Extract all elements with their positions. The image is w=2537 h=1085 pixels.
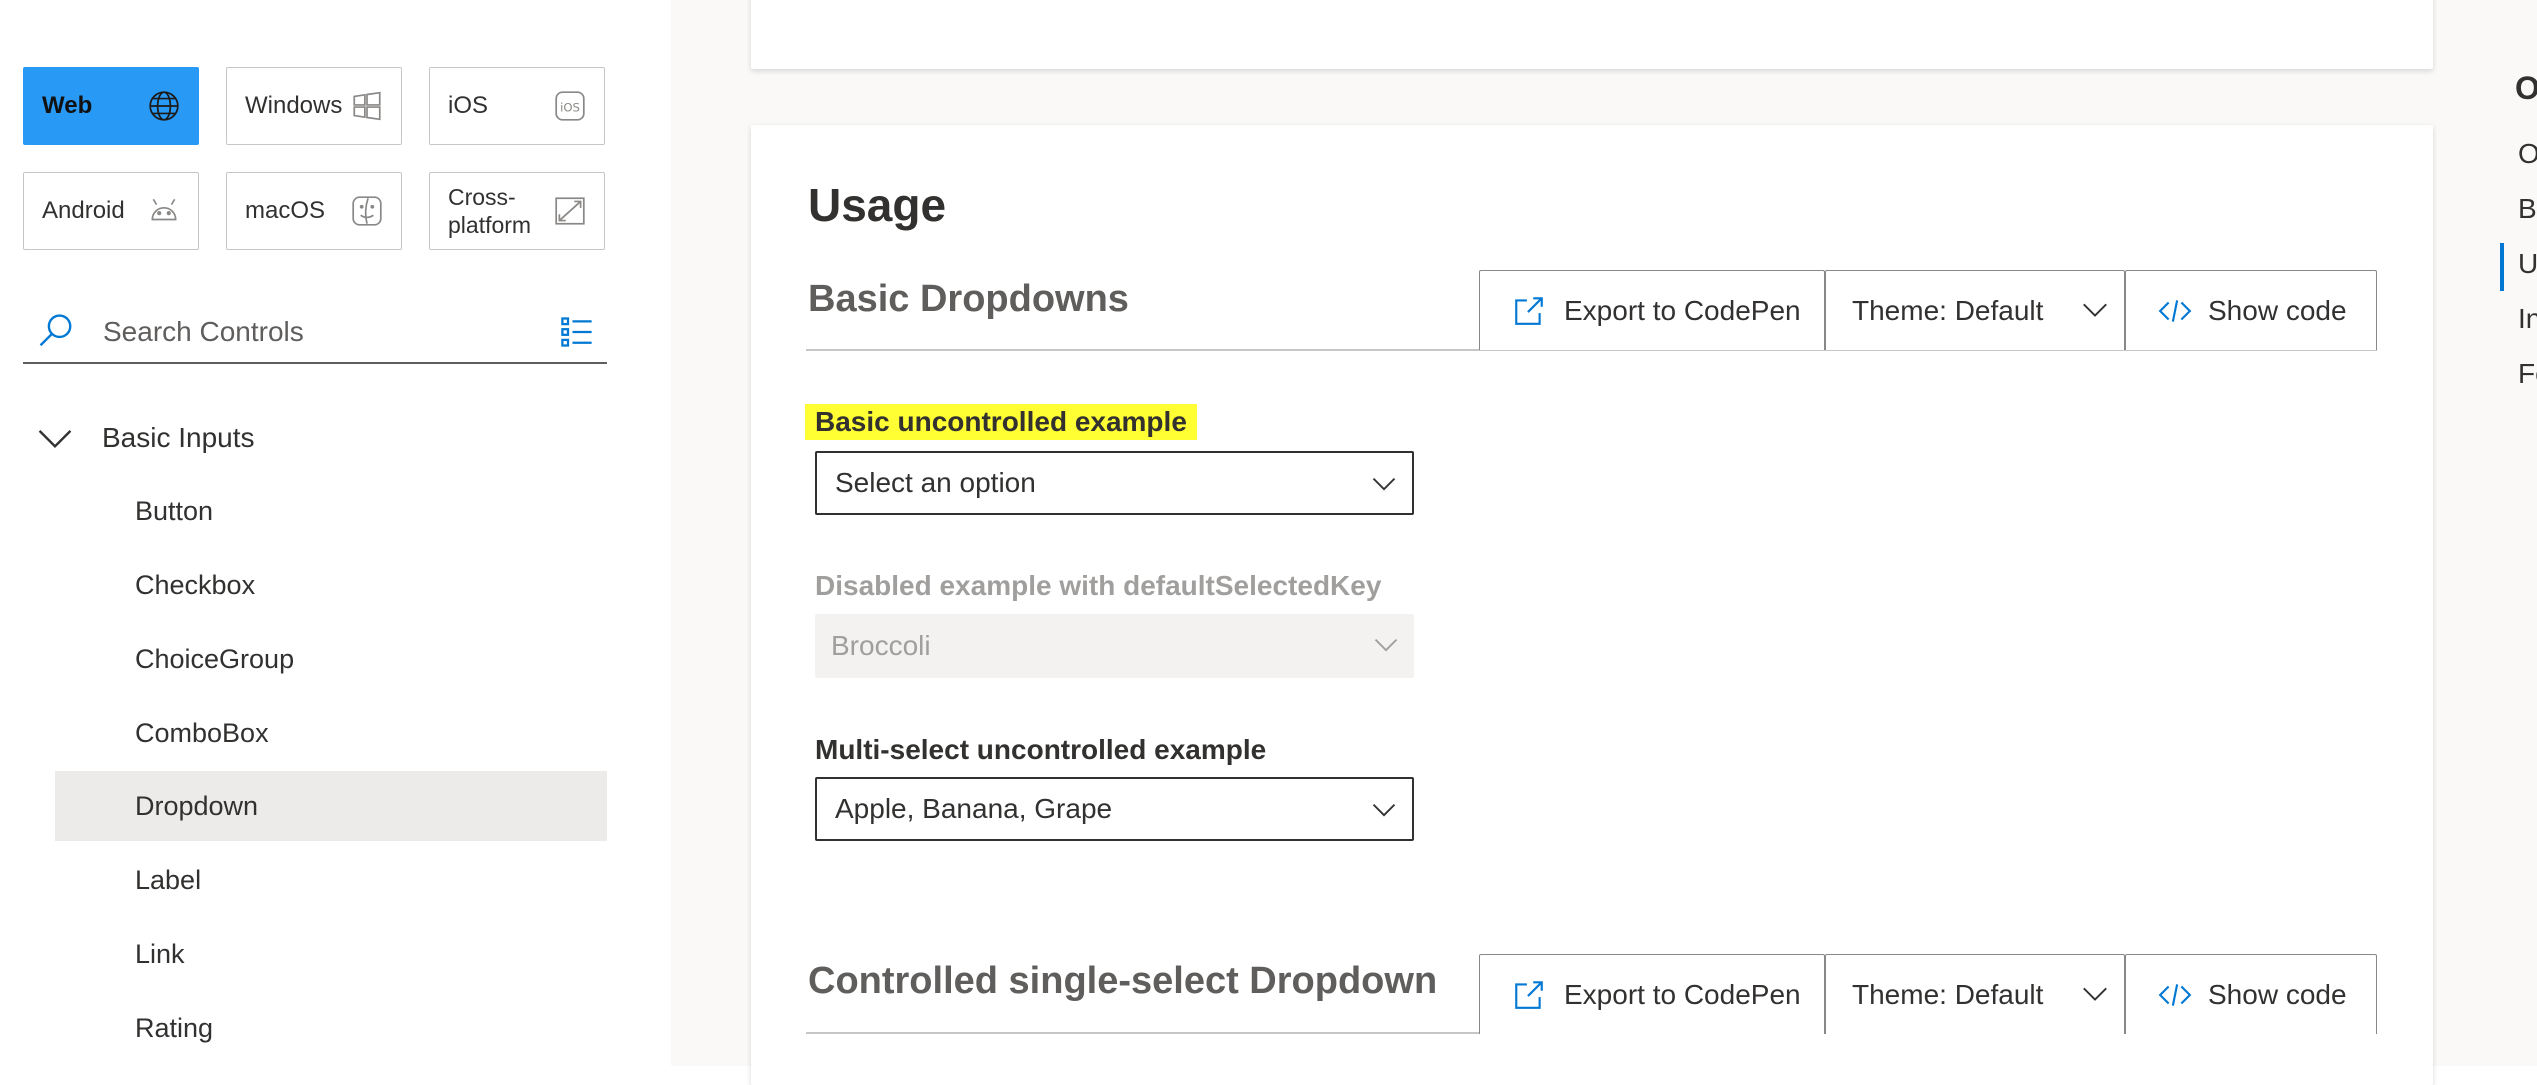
example-label-disabled: Disabled example with defaultSelectedKey (815, 570, 1382, 601)
export-label: Export to CodePen (1564, 294, 1801, 326)
dropdown-value: Select an option (835, 467, 1036, 498)
platform-windows-button[interactable]: Windows (226, 67, 402, 145)
chevron-down-icon (2083, 303, 2107, 317)
platform-picker: Web Windows iOS iOS Android macOS Cross-… (23, 67, 607, 251)
show-code-button[interactable]: Show code (2125, 270, 2377, 350)
nav-item-rating[interactable]: Rating (55, 993, 607, 1063)
multiselect-dropdown[interactable]: Apple, Banana, Grape (815, 777, 1414, 841)
nav-item-combobox[interactable]: ComboBox (55, 698, 607, 768)
ios-icon: iOS (552, 88, 588, 124)
list-view-icon[interactable] (559, 314, 595, 350)
android-icon (146, 193, 182, 229)
toc-active-indicator (2500, 243, 2504, 291)
toc-item[interactable]: O (2518, 138, 2537, 170)
nav-item-link[interactable]: Link (55, 919, 607, 989)
nav-item-dropdown[interactable]: Dropdown (55, 771, 607, 841)
platform-label: Web (42, 92, 93, 119)
cross-platform-icon (552, 193, 588, 229)
export-codepen-button[interactable]: Export to CodePen (1479, 270, 1825, 350)
example-label-basic: Basic uncontrolled example (805, 404, 1197, 440)
export-icon (1515, 980, 1543, 1009)
dropdown-value: Apple, Banana, Grape (835, 793, 1113, 824)
platform-label: macOS (245, 197, 326, 224)
theme-label: Theme: Default (1852, 294, 2044, 326)
platform-web-button[interactable]: Web (23, 67, 199, 145)
previous-card (751, 0, 2433, 69)
code-icon (2158, 983, 2192, 1006)
section-title: Basic Dropdowns (808, 278, 1129, 320)
show-code-label: Show code (2208, 294, 2347, 326)
usage-card (751, 125, 2433, 1085)
nav-item-label[interactable]: Label (55, 845, 607, 915)
finder-icon (349, 193, 385, 229)
code-icon (2158, 299, 2192, 322)
windows-icon (349, 88, 385, 124)
dropdown-value: Broccoli (831, 630, 931, 661)
theme-dropdown[interactable]: Theme: Default (1825, 954, 2125, 1034)
export-label: Export to CodePen (1564, 978, 1801, 1010)
export-icon (1515, 296, 1543, 325)
nav-item-checkbox[interactable]: Checkbox (55, 550, 607, 620)
search-icon (39, 314, 72, 347)
basic-uncontrolled-dropdown[interactable]: Select an option (815, 451, 1414, 515)
toc-title: O (2515, 70, 2537, 106)
chevron-down-icon (1372, 803, 1396, 817)
toc-item[interactable]: Be (2518, 193, 2537, 225)
platform-label: Cross- platform (448, 184, 532, 238)
search-input[interactable]: Search Controls (103, 316, 304, 348)
disabled-dropdown: Broccoli (815, 614, 1414, 678)
show-code-label: Show code (2208, 978, 2347, 1010)
platform-label: iOS (448, 92, 489, 119)
nav-item-button[interactable]: Button (55, 476, 607, 546)
toc-item[interactable]: In (2518, 303, 2537, 335)
svg-text:iOS: iOS (560, 100, 580, 114)
toc-item[interactable]: Fe (2518, 358, 2537, 390)
platform-label: Android (42, 197, 125, 224)
chevron-down-icon (1374, 638, 1398, 652)
nav-group-label: Basic Inputs (102, 422, 255, 453)
nav-item-choicegroup[interactable]: ChoiceGroup (55, 624, 607, 694)
globe-icon (146, 88, 182, 124)
theme-label: Theme: Default (1852, 978, 2044, 1010)
chevron-down-icon (1372, 477, 1396, 491)
platform-ios-button[interactable]: iOS iOS (429, 67, 605, 145)
toc-item-active[interactable]: U (2518, 248, 2537, 280)
show-code-button[interactable]: Show code (2125, 954, 2377, 1034)
platform-label: Windows (245, 92, 343, 119)
nav-group-basic-inputs[interactable]: Basic Inputs (36, 412, 255, 464)
chevron-down-icon (2083, 987, 2107, 1001)
platform-cross-platform-button[interactable]: Cross- platform (429, 172, 605, 250)
sidebar: Web Windows iOS iOS Android macOS Cross-… (0, 0, 671, 1066)
export-codepen-button[interactable]: Export to CodePen (1479, 954, 1825, 1034)
search-box[interactable]: Search Controls (23, 302, 607, 364)
platform-macos-button[interactable]: macOS (226, 172, 402, 250)
page-title: Usage (808, 179, 947, 231)
chevron-down-icon (38, 430, 72, 448)
section-title: Controlled single-select Dropdown (808, 960, 1438, 1002)
example-label-multiselect: Multi-select uncontrolled example (815, 734, 1267, 765)
platform-android-button[interactable]: Android (23, 172, 199, 250)
theme-dropdown[interactable]: Theme: Default (1825, 270, 2125, 350)
